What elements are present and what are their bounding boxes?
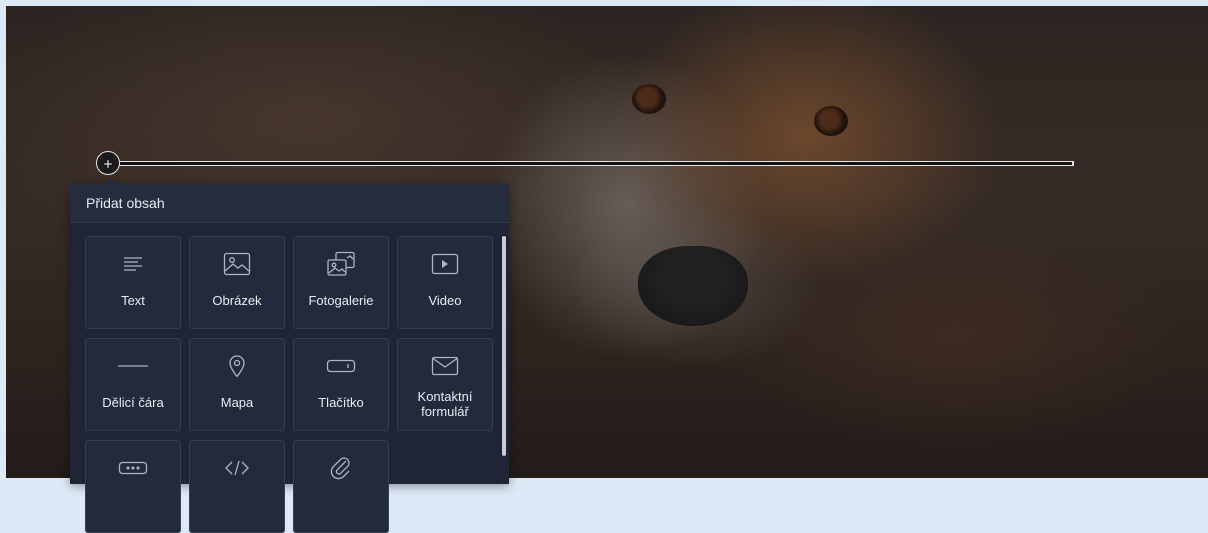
add-content-panel: Přidat obsah Text Obrázek Fotogalerie Vi… [70, 178, 509, 533]
add-content-button[interactable]: + [96, 151, 120, 175]
paperclip-icon [330, 455, 352, 481]
tile-image[interactable]: Obrázek [189, 236, 285, 329]
video-play-icon [431, 251, 459, 277]
tile-button-label: Tlačítko [318, 395, 364, 410]
tile-image-label: Obrázek [212, 293, 262, 308]
panel-pointer [104, 178, 116, 184]
tile-divider-label: Dělicí čára [102, 395, 164, 410]
image-icon [223, 251, 251, 277]
envelope-icon [431, 353, 459, 379]
form-field-icon [118, 455, 148, 481]
tile-map-label: Mapa [220, 395, 254, 410]
add-content-line[interactable] [118, 161, 1074, 166]
button-icon [326, 353, 356, 379]
divider-line-icon [118, 353, 148, 379]
tile-contact-form[interactable]: Kontaktní formulář [397, 338, 493, 431]
map-pin-icon [228, 353, 246, 379]
tile-text[interactable]: Text [85, 236, 181, 329]
tile-attachment[interactable] [293, 440, 389, 533]
tile-text-label: Text [121, 293, 145, 308]
tile-divider[interactable]: Dělicí čára [85, 338, 181, 431]
code-icon [224, 455, 250, 481]
panel-title: Přidat obsah [70, 184, 509, 223]
text-lines-icon [122, 251, 144, 277]
tile-code[interactable] [189, 440, 285, 533]
tile-video-label: Video [428, 293, 462, 308]
tile-contact-form-label: Kontaktní formulář [417, 389, 473, 419]
tile-button[interactable]: Tlačítko [293, 338, 389, 431]
tile-gallery[interactable]: Fotogalerie [293, 236, 389, 329]
tile-video[interactable]: Video [397, 236, 493, 329]
tile-map[interactable]: Mapa [189, 338, 285, 431]
tile-gallery-label: Fotogalerie [308, 293, 374, 308]
gallery-icon [326, 251, 356, 277]
content-type-grid: Text Obrázek Fotogalerie Video Dělicí čá… [85, 236, 493, 533]
panel-scrollbar[interactable] [502, 236, 506, 456]
tile-form-field[interactable] [85, 440, 181, 533]
add-line-end [1072, 161, 1074, 166]
